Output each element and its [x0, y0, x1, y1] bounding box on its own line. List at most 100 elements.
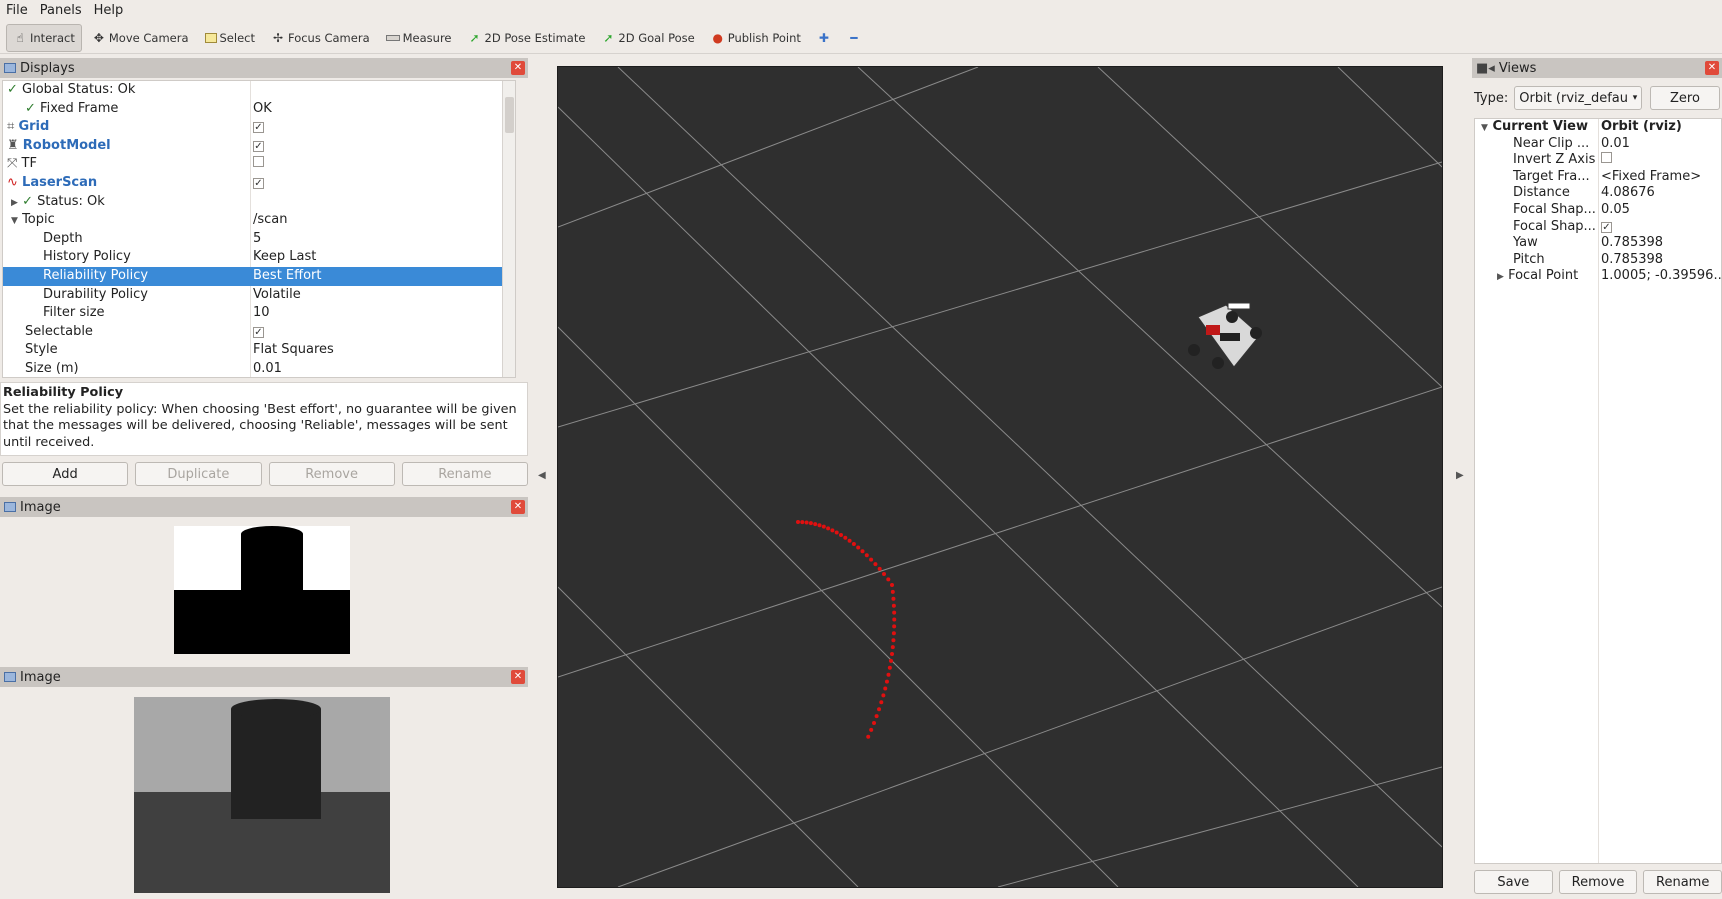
remove-button[interactable]: Remove [268, 462, 395, 486]
camera-image-1 [174, 526, 350, 654]
duplicate-button[interactable]: Duplicate [135, 462, 262, 486]
tree-row[interactable]: Style Flat Squares [3, 341, 515, 360]
close-icon[interactable]: ✕ [511, 500, 525, 514]
laser-point [886, 672, 891, 677]
minus-icon: ━ [850, 30, 858, 45]
scene-canvas[interactable] [557, 66, 1443, 888]
view-row[interactable]: Distance 4.08676 [1475, 185, 1721, 202]
image-panel-1 [0, 518, 528, 656]
3d-viewport[interactable] [557, 66, 1443, 888]
tree-row[interactable]: Depth 5 [3, 230, 515, 249]
laser-point [891, 596, 896, 601]
tf-enabled-checkbox[interactable] [253, 156, 264, 168]
toolbar: ☝ Interact ✥ Move Camera Select ✢ Focus … [0, 22, 1722, 54]
robotmodel-enabled-checkbox[interactable]: ✓ [253, 140, 264, 152]
tf-icon: ⤧ [7, 156, 18, 172]
menu-help[interactable]: Help [88, 3, 130, 18]
chevron-down-icon[interactable]: ▼ [1481, 123, 1488, 133]
displays-panel-title: Displays ✕ [0, 58, 528, 78]
tree-row[interactable]: ⤧ TF [3, 155, 515, 174]
laser-point [847, 538, 852, 543]
camera-icon: ■◂ [1476, 60, 1495, 76]
move-camera-tool[interactable]: ✥ Move Camera [86, 24, 195, 52]
laser-point [886, 577, 891, 582]
scrollbar-thumb[interactable] [505, 97, 514, 133]
hand-icon: ☝ [16, 30, 24, 45]
publish-point-tool[interactable]: ● Publish Point [705, 24, 807, 52]
save-button[interactable]: Save [1474, 870, 1553, 894]
view-type-select[interactable]: Orbit (rviz_defau ▾ [1514, 86, 1643, 110]
tree-row[interactable]: ⌗ Grid ✓ [3, 118, 515, 137]
laser-point [813, 522, 818, 527]
displays-scrollbar[interactable] [502, 81, 515, 377]
focus-camera-tool[interactable]: ✢ Focus Camera [265, 24, 376, 52]
zero-button[interactable]: Zero [1650, 86, 1720, 110]
view-row[interactable]: Invert Z Axis [1475, 152, 1721, 169]
tree-row[interactable]: ▼ Topic /scan [3, 211, 515, 230]
grid-icon: ⌗ [7, 119, 15, 135]
laser-point [883, 686, 888, 691]
view-row[interactable]: Focal Shap... ✓ [1475, 219, 1721, 236]
laser-point [830, 528, 835, 533]
chevron-right-icon[interactable]: ▶ [11, 198, 18, 208]
laser-point [869, 557, 874, 562]
close-icon[interactable]: ✕ [511, 61, 525, 75]
chevron-down-icon: ▾ [1632, 93, 1638, 103]
tree-row[interactable]: ∿ LaserScan ✓ [3, 174, 515, 193]
laserscan-enabled-checkbox[interactable]: ✓ [253, 177, 264, 189]
chevron-right-icon[interactable]: ▶ [1497, 272, 1504, 282]
remove-view-button[interactable]: Remove [1558, 870, 1638, 894]
remove-tool-button[interactable]: ━ [841, 24, 867, 52]
tree-row[interactable]: Filter size 10 [3, 304, 515, 323]
view-row[interactable]: Yaw 0.785398 [1475, 235, 1721, 252]
add-button[interactable]: Add [2, 462, 129, 486]
tree-row[interactable]: Size (m) 0.01 [3, 360, 515, 377]
tree-row[interactable]: ♜ RobotModel ✓ [3, 137, 515, 156]
view-row[interactable]: ▶ Focal Point 1.0005; -0.39596... [1475, 268, 1721, 285]
tree-row-selected[interactable]: Reliability Policy Best Effort [3, 266, 515, 286]
laser-point [891, 631, 896, 636]
menu-panels[interactable]: Panels [34, 3, 88, 18]
tree-row[interactable]: ✓ Global Status: Ok [3, 81, 515, 100]
rename-button[interactable]: Rename [401, 462, 528, 486]
select-box-icon [204, 32, 217, 43]
tree-row[interactable]: Selectable ✓ [3, 323, 515, 342]
laser-point [872, 721, 876, 725]
view-row[interactable]: Focal Shap... 0.05 [1475, 202, 1721, 219]
tree-row[interactable]: Durability Policy Volatile [3, 286, 515, 305]
laser-point [843, 535, 848, 540]
selectable-checkbox[interactable]: ✓ [253, 326, 264, 338]
tree-row[interactable]: ✓ Fixed Frame OK [3, 100, 515, 119]
image-panel-2 [0, 688, 528, 893]
invert-z-checkbox[interactable] [1601, 152, 1612, 164]
close-icon[interactable]: ✕ [1705, 61, 1719, 75]
chevron-down-icon[interactable]: ▼ [11, 216, 18, 226]
laser-point [887, 665, 892, 670]
view-row[interactable]: Pitch 0.785398 [1475, 252, 1721, 269]
laser-point [800, 520, 805, 525]
laser-point [804, 520, 809, 525]
tree-row[interactable]: History Policy Keep Last [3, 248, 515, 267]
collapse-left-icon[interactable]: ◀ [538, 470, 546, 481]
rename-view-button[interactable]: Rename [1643, 870, 1722, 894]
grid-enabled-checkbox[interactable]: ✓ [253, 122, 264, 134]
pose-estimate-tool[interactable]: ➚ 2D Pose Estimate [462, 24, 592, 52]
close-icon[interactable]: ✕ [511, 670, 525, 684]
pin-icon: ● [712, 30, 723, 45]
camera-image-2 [134, 697, 390, 893]
robot-icon: ♜ [7, 137, 19, 153]
goal-pose-tool[interactable]: ➚ 2D Goal Pose [595, 24, 700, 52]
view-row[interactable]: Near Clip ... 0.01 [1475, 136, 1721, 153]
menu-file[interactable]: File [0, 3, 34, 18]
select-tool[interactable]: Select [199, 24, 261, 52]
view-row[interactable]: Target Fra... <Fixed Frame> [1475, 169, 1721, 186]
focal-shape-checkbox[interactable]: ✓ [1601, 221, 1612, 233]
interact-tool[interactable]: ☝ Interact [6, 23, 82, 52]
view-row[interactable]: ▼ Current View Orbit (rviz) [1475, 119, 1721, 136]
tree-row[interactable]: ▶ ✓ Status: Ok [3, 193, 515, 212]
laser-point [890, 589, 895, 594]
measure-tool[interactable]: Measure [380, 24, 458, 52]
collapse-right-icon[interactable]: ▶ [1456, 470, 1464, 481]
views-panel-title: ■◂ Views ✕ [1472, 58, 1722, 78]
add-tool-button[interactable]: ✚ [811, 24, 837, 52]
